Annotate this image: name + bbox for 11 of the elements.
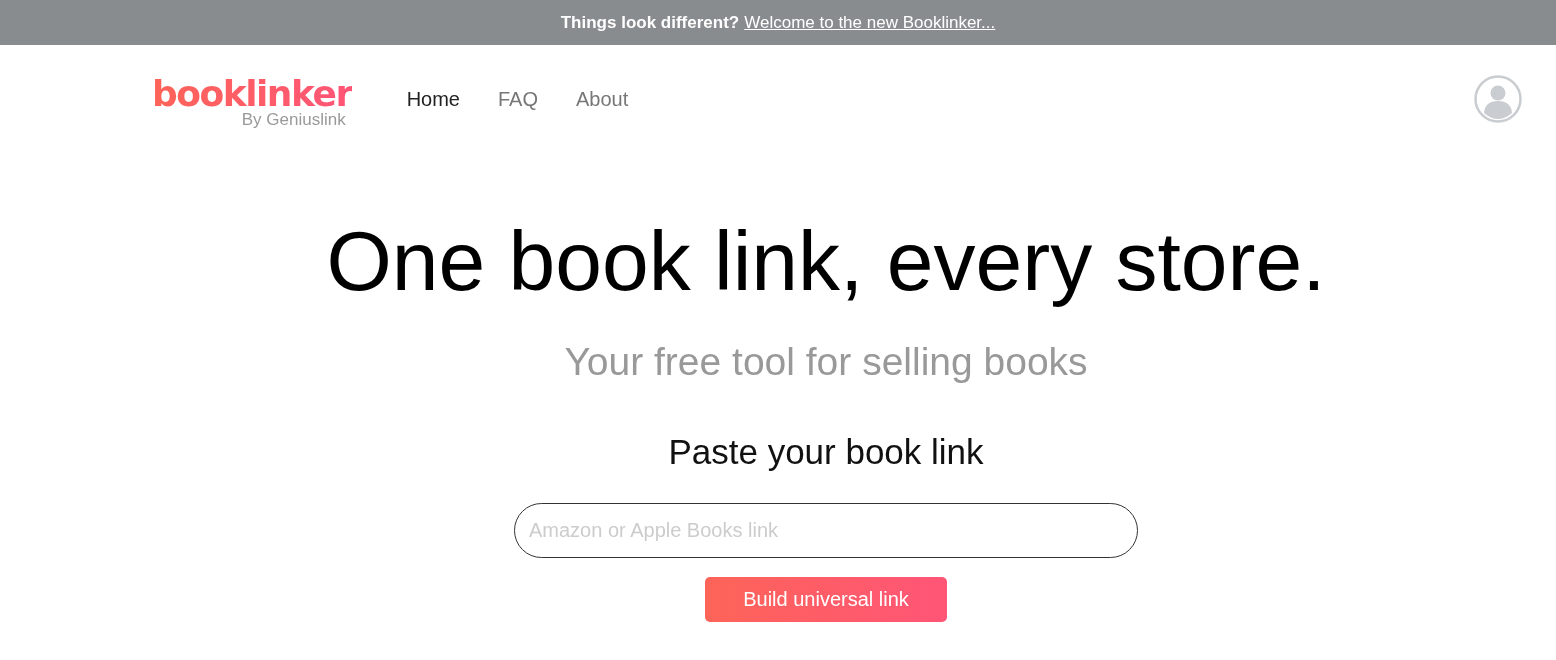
hero-title: One book link, every store. (326, 213, 1326, 310)
logo-byline: By Geniuslink (241, 111, 346, 129)
nav-link[interactable]: About (576, 87, 629, 111)
banner-text: Things look different? (560, 12, 740, 33)
nav-link[interactable]: FAQ (498, 87, 538, 111)
hero-subtitle: Your free tool for selling books (564, 339, 1088, 385)
user-avatar-icon[interactable] (1474, 75, 1522, 123)
nav-link[interactable]: Home (406, 87, 460, 111)
form-heading: Paste your book link (668, 431, 984, 473)
build-link-button[interactable]: Build universal link (705, 577, 947, 622)
banner-link[interactable]: Welcome to the new Booklinker... (744, 12, 996, 33)
